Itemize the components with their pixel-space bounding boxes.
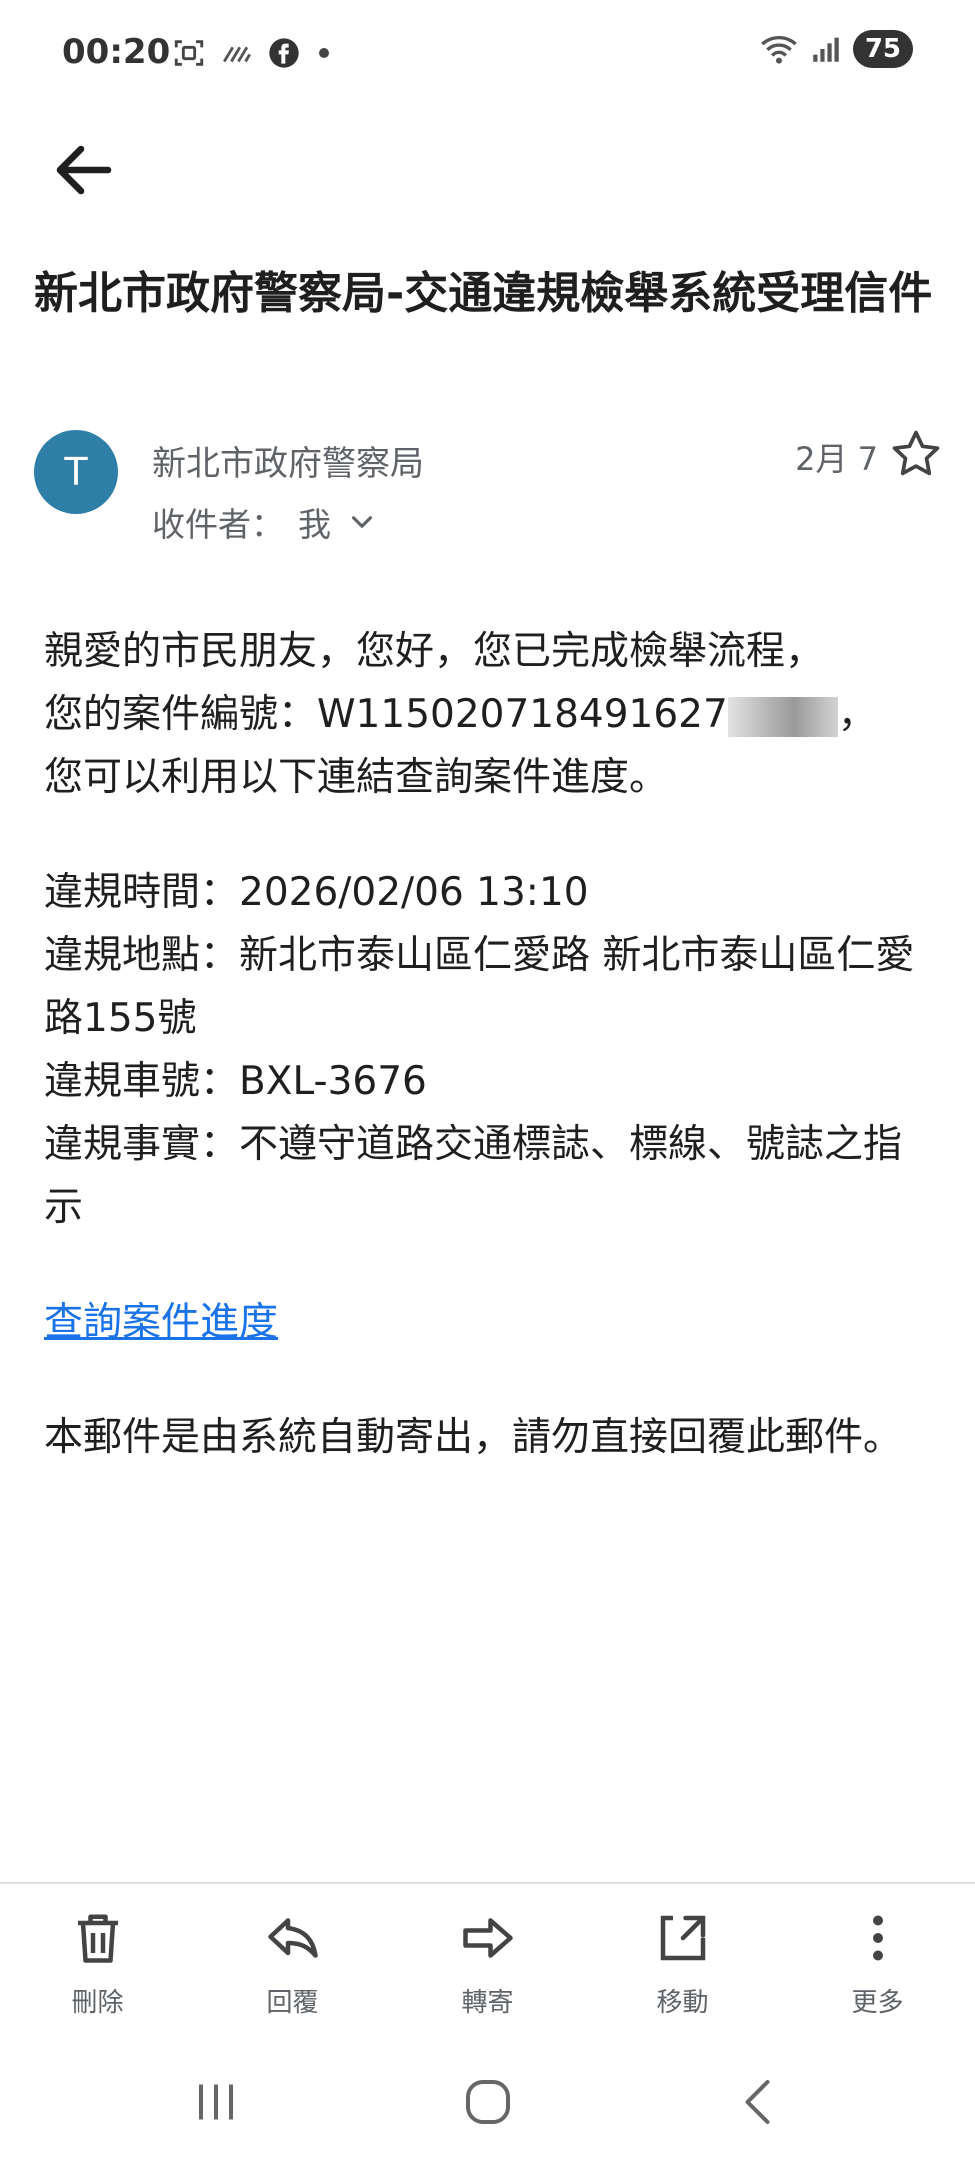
violation-place: 違規地點：新北市泰山區仁愛路 新北市泰山區仁愛路155號 <box>44 933 915 1041</box>
signal-icon <box>813 37 839 62</box>
email-subject: 新北市政府警察局-交通違規檢舉系統受理信件 <box>34 268 933 319</box>
trash-icon <box>77 1914 118 1963</box>
top-bar <box>0 120 975 220</box>
more-label: 更多 <box>851 1988 904 2018</box>
email-date: 2月 7 <box>795 440 878 478</box>
home-icon[interactable] <box>458 2072 518 2132</box>
sender-name[interactable]: 新北市政府警察局 <box>152 436 424 485</box>
greeting-line: 親愛的市民朋友，您好，您已完成檢舉流程， <box>44 629 825 674</box>
case-number-suffix: ， <box>837 692 877 737</box>
system-nav-bar <box>0 2058 975 2148</box>
status-bar: 00:20 75 <box>0 0 975 110</box>
reply-button[interactable]: 回覆 <box>195 1884 390 2034</box>
status-time: 00:20 <box>62 32 171 72</box>
more-button[interactable]: 更多 <box>780 1884 975 2034</box>
avatar[interactable]: T <box>34 430 118 514</box>
wifi-icon <box>761 36 797 64</box>
facebook-icon <box>269 38 299 68</box>
notification-dot-icon <box>319 48 329 58</box>
back-nav-icon[interactable] <box>730 2072 790 2132</box>
action-bar: 刪除 回覆 轉寄 移動 更多 <box>0 1884 975 2034</box>
chevron-down-icon[interactable] <box>345 505 379 539</box>
delete-button[interactable]: 刪除 <box>0 1884 195 2034</box>
move-label: 移動 <box>656 1988 709 2018</box>
wifi-calling-icon <box>223 46 251 63</box>
more-vert-icon <box>872 1915 883 1961</box>
violation-time: 違規時間：2026/02/06 13:10 <box>44 870 589 915</box>
violation-fact: 違規事實：不遵守道路交通標誌、標線、號誌之指示 <box>44 1122 903 1230</box>
reply-label: 回覆 <box>266 1988 319 2018</box>
recipient-label: 收件者： <box>152 505 284 544</box>
delete-label: 刪除 <box>71 1988 124 2018</box>
status-icons-right: 75 <box>759 30 913 68</box>
move-button[interactable]: 移動 <box>585 1884 780 2034</box>
recipient-line[interactable]: 收件者： 我 <box>152 498 379 546</box>
forward-label: 轉寄 <box>461 1988 514 2018</box>
footer-note: 本郵件是由系統自動寄出，請勿直接回覆此郵件。 <box>44 1415 903 1460</box>
arrow-left-icon[interactable] <box>48 134 120 206</box>
recipient-value: 我 <box>298 505 331 544</box>
case-number-line: 您的案件編號：W115020718491627 ， <box>44 683 934 746</box>
sender-row: T 新北市政府警察局 收件者： 我 2月 7 <box>34 430 944 550</box>
recents-icon[interactable] <box>186 2072 246 2132</box>
screenshot-icon <box>174 40 204 66</box>
email-body: 親愛的市民朋友，您好，您已完成檢舉流程， 您的案件編號：W11502071849… <box>44 620 934 1469</box>
query-progress-link[interactable]: 查詢案件進度 <box>44 1300 278 1345</box>
status-icons-left <box>172 36 334 70</box>
star-icon[interactable] <box>888 426 944 482</box>
reply-icon <box>267 1918 318 1958</box>
battery-badge: 75 <box>852 30 913 68</box>
query-hint: 您可以利用以下連結查詢案件進度。 <box>44 755 669 800</box>
forward-icon <box>462 1918 513 1958</box>
violation-plate: 違規車號：BXL-3676 <box>44 1059 427 1104</box>
move-icon <box>660 1915 705 1961</box>
case-number: 您的案件編號：W115020718491627 <box>44 692 728 737</box>
forward-button[interactable]: 轉寄 <box>390 1884 585 2034</box>
redacted-block <box>727 696 838 737</box>
